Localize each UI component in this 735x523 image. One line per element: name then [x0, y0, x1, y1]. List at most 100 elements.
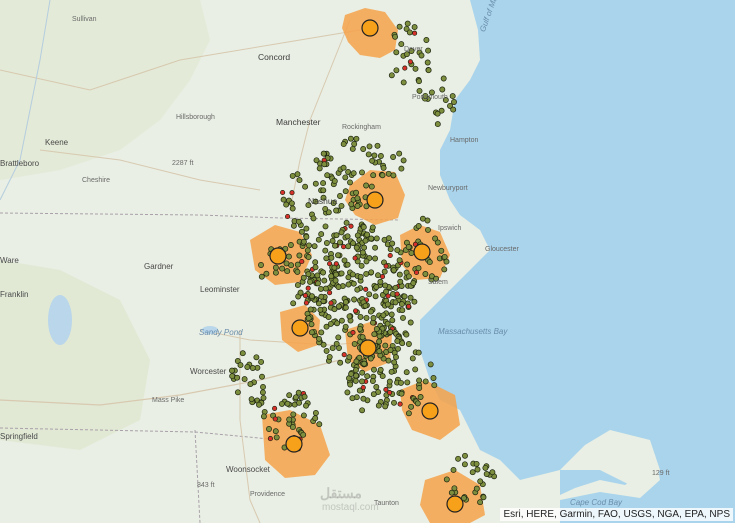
point-marker[interactable] [432, 235, 439, 242]
point-marker[interactable] [312, 415, 319, 422]
point-marker[interactable] [364, 231, 371, 238]
point-marker[interactable] [434, 110, 441, 117]
point-marker[interactable] [350, 240, 357, 247]
point-marker[interactable] [294, 268, 301, 275]
red-marker[interactable] [333, 261, 339, 267]
red-marker[interactable] [353, 308, 359, 314]
point-marker[interactable] [346, 313, 353, 320]
point-marker[interactable] [434, 121, 441, 128]
point-marker[interactable] [323, 255, 330, 262]
point-marker[interactable] [422, 271, 429, 277]
point-marker[interactable] [415, 223, 422, 229]
point-marker[interactable] [391, 359, 398, 366]
point-marker[interactable] [353, 358, 360, 365]
point-marker[interactable] [382, 342, 389, 349]
point-marker[interactable] [239, 350, 246, 357]
point-marker[interactable] [469, 469, 476, 476]
red-marker[interactable] [303, 300, 309, 306]
point-marker[interactable] [391, 399, 397, 406]
point-marker[interactable] [400, 314, 406, 321]
point-marker[interactable] [396, 150, 403, 157]
point-marker[interactable] [377, 153, 384, 159]
point-marker[interactable] [375, 402, 382, 409]
point-marker[interactable] [328, 273, 335, 280]
point-marker[interactable] [388, 72, 395, 79]
red-marker[interactable] [328, 300, 334, 306]
point-marker[interactable] [247, 381, 254, 388]
point-marker[interactable] [354, 203, 361, 209]
point-marker[interactable] [440, 75, 447, 82]
point-marker[interactable] [373, 384, 380, 390]
point-marker[interactable] [387, 246, 394, 253]
point-marker[interactable] [320, 180, 327, 187]
point-marker[interactable] [417, 394, 424, 400]
point-marker[interactable] [385, 235, 392, 242]
point-marker[interactable] [349, 271, 356, 278]
point-marker[interactable] [397, 278, 404, 285]
point-marker[interactable] [361, 360, 368, 367]
point-marker[interactable] [302, 183, 309, 190]
point-marker[interactable] [320, 341, 327, 348]
point-marker[interactable] [337, 359, 344, 366]
point-marker[interactable] [272, 428, 279, 435]
point-marker[interactable] [344, 233, 351, 240]
point-marker[interactable] [325, 314, 332, 321]
point-marker[interactable] [333, 271, 340, 278]
point-marker[interactable] [300, 431, 307, 438]
point-marker[interactable] [443, 476, 450, 483]
point-marker[interactable] [376, 348, 383, 355]
point-marker[interactable] [352, 377, 359, 384]
point-marker[interactable] [305, 315, 312, 322]
point-marker[interactable] [278, 400, 285, 407]
point-marker[interactable] [298, 228, 305, 235]
point-marker[interactable] [303, 225, 310, 232]
point-marker[interactable] [396, 271, 403, 278]
point-marker[interactable] [368, 235, 375, 242]
point-marker[interactable] [335, 334, 342, 341]
point-marker[interactable] [348, 371, 355, 377]
point-marker[interactable] [286, 416, 293, 423]
point-marker[interactable] [314, 272, 321, 279]
point-marker[interactable] [316, 421, 323, 428]
point-marker[interactable] [369, 157, 376, 164]
point-marker[interactable] [360, 224, 367, 231]
red-marker[interactable] [341, 352, 347, 358]
point-marker[interactable] [394, 338, 401, 345]
point-marker[interactable] [347, 179, 353, 186]
point-marker[interactable] [287, 242, 294, 248]
point-marker[interactable] [272, 264, 279, 271]
point-marker[interactable] [359, 169, 365, 176]
point-marker[interactable] [363, 182, 370, 189]
point-marker[interactable] [347, 381, 354, 388]
point-marker[interactable] [344, 389, 351, 396]
point-marker[interactable] [412, 65, 419, 72]
point-marker[interactable] [258, 273, 265, 280]
point-marker[interactable] [361, 244, 368, 251]
point-marker[interactable] [415, 349, 422, 356]
point-marker[interactable] [263, 270, 270, 277]
point-marker[interactable] [425, 47, 432, 54]
point-marker[interactable] [416, 377, 423, 384]
point-marker[interactable] [393, 67, 400, 74]
point-marker[interactable] [451, 99, 457, 105]
red-marker[interactable] [412, 30, 418, 36]
point-marker[interactable] [332, 277, 339, 284]
red-marker[interactable] [272, 405, 278, 411]
point-marker[interactable] [343, 219, 350, 226]
point-marker[interactable] [404, 261, 411, 268]
point-marker[interactable] [371, 331, 378, 338]
point-marker[interactable] [318, 231, 325, 238]
point-marker[interactable] [333, 340, 340, 347]
red-marker[interactable] [299, 258, 305, 265]
point-marker[interactable] [449, 93, 456, 100]
point-marker[interactable] [322, 223, 329, 230]
point-marker[interactable] [408, 403, 415, 410]
point-marker[interactable] [311, 243, 318, 250]
red-marker[interactable] [350, 330, 356, 336]
red-marker[interactable] [407, 59, 413, 65]
point-marker[interactable] [480, 494, 487, 501]
point-marker[interactable] [416, 87, 423, 94]
point-marker[interactable] [366, 143, 373, 150]
red-marker[interactable] [280, 189, 286, 196]
point-marker[interactable] [393, 354, 399, 361]
